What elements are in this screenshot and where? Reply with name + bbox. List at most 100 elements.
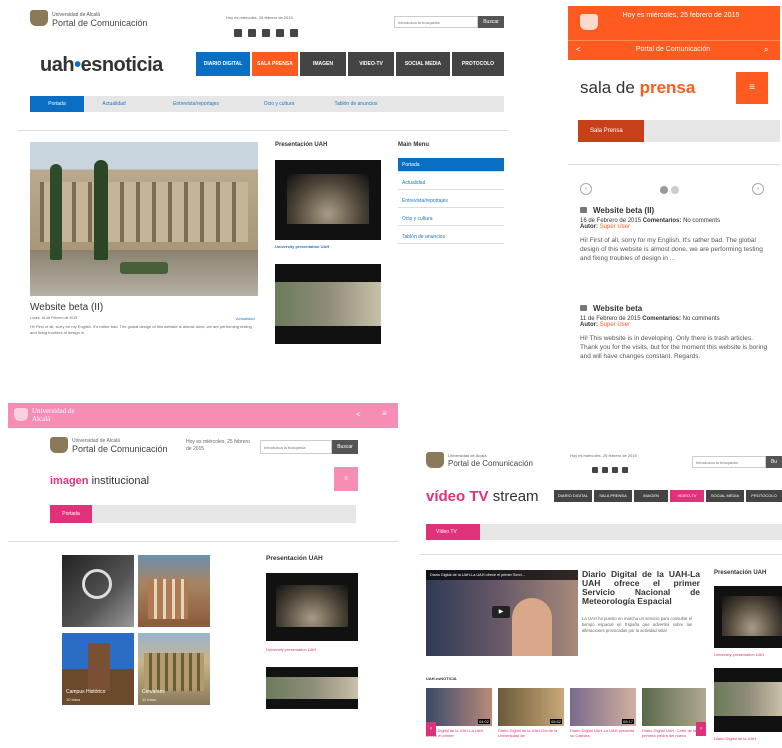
post-author[interactable]: Super User: [600, 224, 630, 230]
share-icon[interactable]: <: [356, 410, 361, 419]
video-article-title[interactable]: Diario Digital de la UAH-La UAH ofrece e…: [582, 570, 700, 606]
nav-diario-digital[interactable]: DIARIO DIGITAL: [554, 490, 592, 502]
tab-actualidad[interactable]: Actualidad: [86, 96, 142, 112]
hedge: [120, 262, 168, 274]
menu-item-actualidad[interactable]: Actualidad: [398, 176, 504, 190]
site-logo[interactable]: uah•esnoticia: [40, 54, 163, 77]
second-video-thumb[interactable]: [714, 668, 782, 732]
twitter-icon[interactable]: [248, 29, 256, 37]
presentation-caption[interactable]: University presentation UAH: [266, 647, 316, 652]
university-crest-icon: [50, 437, 68, 453]
comments-label: Comentarios:: [642, 316, 681, 322]
presentation-video-thumb[interactable]: [266, 573, 358, 641]
presentation-video-thumb[interactable]: [714, 586, 782, 648]
nav-diario-digital[interactable]: DIARIO DIGITAL: [196, 52, 250, 76]
article-body: Hi! First of all, sorry for my English. …: [30, 324, 252, 335]
search-button[interactable]: Bu: [766, 456, 782, 468]
nav-sala-prensa[interactable]: SALA PRENSA: [594, 490, 632, 502]
next-arrow-icon[interactable]: ›: [752, 183, 764, 195]
tab-sala-prensa[interactable]: Sala Prensa: [578, 120, 644, 142]
menu-item-portada[interactable]: Portada: [398, 158, 504, 172]
video-thumb[interactable]: 05:17: [570, 688, 636, 726]
tab-portada[interactable]: Portada: [50, 505, 92, 523]
video-player[interactable]: Diario Digital de la UAH-La UAH ofrece e…: [426, 570, 578, 656]
tab-portada[interactable]: Portada: [30, 96, 84, 112]
search-input[interactable]: [260, 440, 332, 454]
search-button[interactable]: Buscar: [478, 16, 504, 28]
video-thumb[interactable]: [642, 688, 706, 726]
nav-video-tv[interactable]: VIDEO-TV: [348, 52, 394, 76]
article-title[interactable]: Website beta (II): [30, 302, 103, 313]
second-video-caption[interactable]: Diario Digital de la UAH: [714, 736, 756, 741]
flickr-icon[interactable]: [276, 29, 284, 37]
tab-video-tv[interactable]: Vídeo TV: [426, 524, 480, 540]
post-body: Hi! This website is in developing. Only …: [580, 335, 768, 360]
menu-icon[interactable]: ≡: [334, 467, 358, 491]
section-tabs: Portada Actualidad Entrevista/reportajes…: [30, 96, 504, 112]
second-video-thumb[interactable]: [275, 264, 381, 344]
search-icon[interactable]: ⌕: [764, 45, 768, 55]
rss-icon[interactable]: [290, 29, 298, 37]
video-caption[interactable]: Diario Digital UAH-La UAH presenta su Cá…: [570, 728, 636, 738]
nav-protocolo[interactable]: PROTOCOLO: [746, 490, 782, 502]
menu-item-entrevistas[interactable]: Entrevista/reportajes: [398, 194, 504, 208]
video-thumb[interactable]: 04:02: [426, 688, 492, 726]
presentacion-heading: Presentación UAH: [714, 570, 767, 576]
author-label: Autor:: [580, 322, 598, 328]
date-text: Hoy es miércoles, 25 febrero de 2015: [570, 453, 637, 458]
presentation-video-thumb[interactable]: [275, 160, 381, 240]
search-input[interactable]: [394, 16, 478, 28]
prev-arrow-icon[interactable]: ‹: [580, 183, 592, 195]
hero-courtyard-photo[interactable]: [30, 142, 258, 296]
nav-video-tv[interactable]: VIDEO-TV: [670, 490, 704, 502]
nav-social-media[interactable]: SOCIAL MEDIA: [706, 490, 744, 502]
search-button[interactable]: Buscar: [332, 440, 358, 454]
share-icon[interactable]: <: [576, 45, 581, 54]
menu-item-ocio-cultura[interactable]: Ocio y cultura: [398, 212, 504, 226]
mobile-header: Hoy es miércoles, 25 febrero de 2015: [568, 6, 780, 40]
facebook-icon[interactable]: [592, 467, 598, 473]
nav-protocolo[interactable]: PROTOCOLO: [452, 52, 504, 76]
presentation-caption[interactable]: University presentation UAH: [275, 244, 329, 249]
gallery-tile-cervantes[interactable]: Cervantes 11 fotos: [138, 633, 210, 705]
twitter-icon[interactable]: [602, 467, 608, 473]
carousel-prev-icon[interactable]: ‹: [426, 722, 436, 736]
nav-imagen[interactable]: IMAGEN: [300, 52, 346, 76]
facebook-icon[interactable]: [234, 29, 242, 37]
tab-tablon-anuncios[interactable]: Tablón de anuncios: [316, 96, 396, 112]
post-author[interactable]: Super User: [600, 322, 630, 328]
presentation-caption[interactable]: University presentation UAH: [714, 652, 764, 657]
post-comments: No comments: [683, 218, 721, 224]
article-category[interactable]: Actualidad: [236, 316, 255, 321]
gallery-tile[interactable]: [138, 555, 210, 627]
gallery-tile-campus-historico[interactable]: Campus Histórico 10 fotos: [62, 633, 134, 705]
video-caption[interactable]: Diario Digital de la UAH-Día de la Unive…: [498, 728, 564, 738]
menu-item-tablon[interactable]: Tablón de anuncios: [398, 230, 504, 244]
article-meta: Lunes, 16 de Febrero de 2015: [30, 316, 78, 320]
carousel-dot-active[interactable]: [660, 186, 668, 194]
rss-icon[interactable]: [622, 467, 628, 473]
video-thumb[interactable]: 05:52: [498, 688, 564, 726]
nav-social-media[interactable]: SOCIAL MEDIA: [396, 52, 450, 76]
youtube-icon[interactable]: [612, 467, 618, 473]
nav-sala-prensa[interactable]: SALA PRENSA: [252, 52, 298, 76]
search-input[interactable]: [692, 456, 766, 468]
youtube-icon[interactable]: [262, 29, 270, 37]
tab-ocio-cultura[interactable]: Ocio y cultura: [246, 96, 312, 112]
play-icon[interactable]: ▶: [492, 606, 510, 618]
desktop-homepage: Universidad de Alcalá Portal de Comunica…: [18, 8, 508, 358]
post-title[interactable]: Website beta: [593, 304, 642, 313]
menu-icon[interactable]: ≡: [382, 409, 387, 418]
second-video-thumb[interactable]: [266, 667, 358, 709]
gallery-tile[interactable]: [62, 555, 134, 627]
carousel-dot[interactable]: [671, 186, 679, 194]
page-title: imagen institucional: [50, 475, 150, 487]
divider: [420, 554, 782, 555]
date-text: Hoy es miércoles, 25 febrero de 2015: [186, 439, 250, 452]
tab-entrevistas[interactable]: Entrevista/reportajes: [154, 96, 238, 112]
post-title[interactable]: Website beta (II): [593, 206, 654, 215]
carousel-next-icon[interactable]: ›: [696, 722, 706, 736]
brand-name: Universidad de Alcalá: [32, 407, 75, 423]
menu-icon[interactable]: ≡: [736, 72, 768, 104]
nav-imagen[interactable]: IMAGEN: [634, 490, 668, 502]
